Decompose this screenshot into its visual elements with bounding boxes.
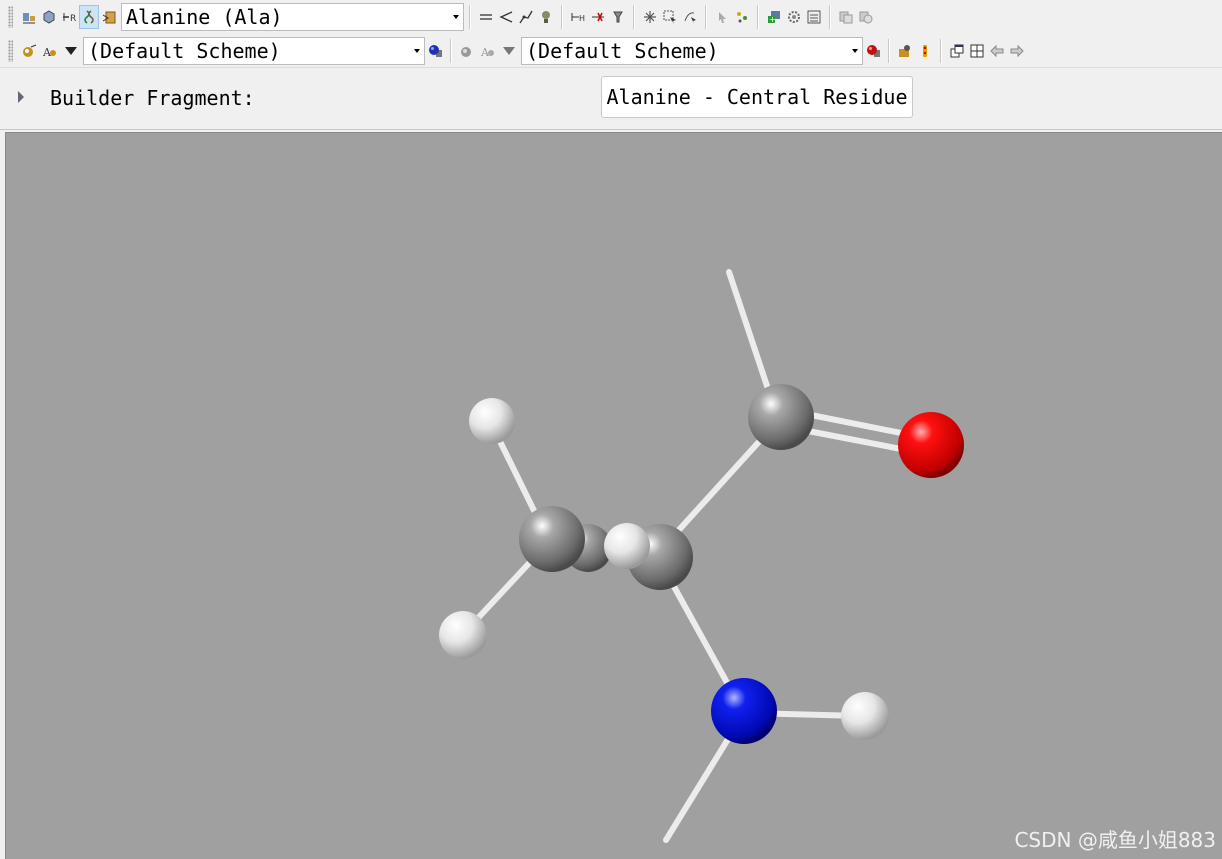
hydrogen-atom[interactable] [439,611,487,659]
info-icon[interactable] [915,39,935,63]
toolbar-separator [757,5,759,29]
toolbar-grip[interactable] [8,6,13,28]
hydrogen-atom[interactable] [469,398,515,444]
arrow-right-icon[interactable] [1007,39,1027,63]
paste-view-icon[interactable] [856,5,876,29]
toolbar-top: R Alanine (Ala) H + [0,0,1222,34]
carbon-atom[interactable] [748,384,814,450]
toolbar-separator [469,5,471,29]
svg-text:R: R [70,14,76,24]
cascade-windows-icon[interactable] [947,39,967,63]
svg-text:+: + [769,15,776,24]
current-fragment-name: Alanine - Central Residue [606,85,908,109]
scheme-select-left[interactable]: (Default Scheme) [83,36,425,65]
scheme-select-right-value: (Default Scheme) [526,38,719,63]
fragment-select[interactable]: Alanine (Ala) [121,3,464,31]
tile-windows-icon[interactable] [967,39,987,63]
edit-scheme-icon[interactable]: A [39,39,59,63]
toolbar-separator [829,5,831,29]
expand-triangle-icon[interactable] [18,91,24,103]
fragment-settings-icon[interactable] [784,5,804,29]
modify-angle-icon[interactable] [496,5,516,29]
toolbar-display: A (Default Scheme) A (Default Scheme) [0,34,1222,68]
r-group-fragment-icon[interactable]: R [59,5,79,29]
toolbar-separator [940,38,942,63]
toolbar-separator [705,5,707,29]
chevron-down-icon[interactable] [852,48,858,53]
arrow-left-icon[interactable] [987,39,1007,63]
color-scheme-icon[interactable] [19,39,39,63]
toolbar-grip[interactable] [8,39,13,62]
blue-sphere-icon[interactable] [425,39,445,63]
fragment-select-value: Alanine (Ala) [126,5,283,29]
add-to-fragment-icon[interactable]: + [764,5,784,29]
nitrogen-atom[interactable] [711,678,777,744]
copy-view-icon[interactable] [836,5,856,29]
sparkle-icon[interactable] [732,5,752,29]
current-fragment-button[interactable]: Alanine - Central Residue [601,76,913,118]
inquire-icon[interactable] [536,5,556,29]
custom-fragment-icon[interactable] [99,5,119,29]
molecule-viewport[interactable]: CSDN @咸鱼小姐883 [5,132,1222,859]
scheme-select-right[interactable]: (Default Scheme) [521,36,863,65]
toolbar-separator [450,38,452,63]
amino-acid-fragment-icon[interactable] [79,5,99,29]
toolbar-separator [633,5,635,29]
scheme-dropdown-arrow-icon[interactable] [503,46,515,55]
symmetrize-icon[interactable] [640,5,660,29]
hydrogen-atom[interactable] [841,692,889,740]
pointer-icon[interactable] [712,5,732,29]
toolbar-separator [888,38,890,63]
carbon-atom[interactable] [519,506,585,572]
chevron-down-icon[interactable] [453,15,459,19]
add-valence-icon[interactable]: H [568,5,588,29]
toolbar-separator [561,5,563,29]
display-format-icon[interactable] [895,39,915,63]
delete-valence-icon[interactable] [588,5,608,29]
svg-text:H: H [579,14,585,23]
select-region-icon[interactable] [680,5,700,29]
element-fragment-icon[interactable] [19,5,39,29]
ring-fragment-icon[interactable] [39,5,59,29]
modify-dihedral-icon[interactable] [516,5,536,29]
hydrogen-atom[interactable] [604,523,650,569]
oxygen-atom[interactable] [898,412,964,478]
chevron-down-icon[interactable] [414,48,420,53]
select-atom-icon[interactable] [660,5,680,29]
builder-fragment-bar: Builder Fragment: Alanine - Central Resi… [0,68,1222,130]
gray-scheme-icon[interactable] [457,39,477,63]
scheme-dropdown-arrow-icon[interactable] [65,46,77,55]
clean-icon[interactable] [608,5,628,29]
gray-edit-scheme-icon[interactable]: A [477,39,497,63]
builder-fragment-label: Builder Fragment: [50,86,255,110]
molecule-canvas[interactable] [6,133,1222,859]
view-list-icon[interactable] [804,5,824,29]
red-sphere-icon[interactable] [863,39,883,63]
watermark: CSDN @咸鱼小姐883 [1014,828,1216,852]
modify-bond-icon[interactable] [476,5,496,29]
scheme-select-left-value: (Default Scheme) [88,38,281,63]
